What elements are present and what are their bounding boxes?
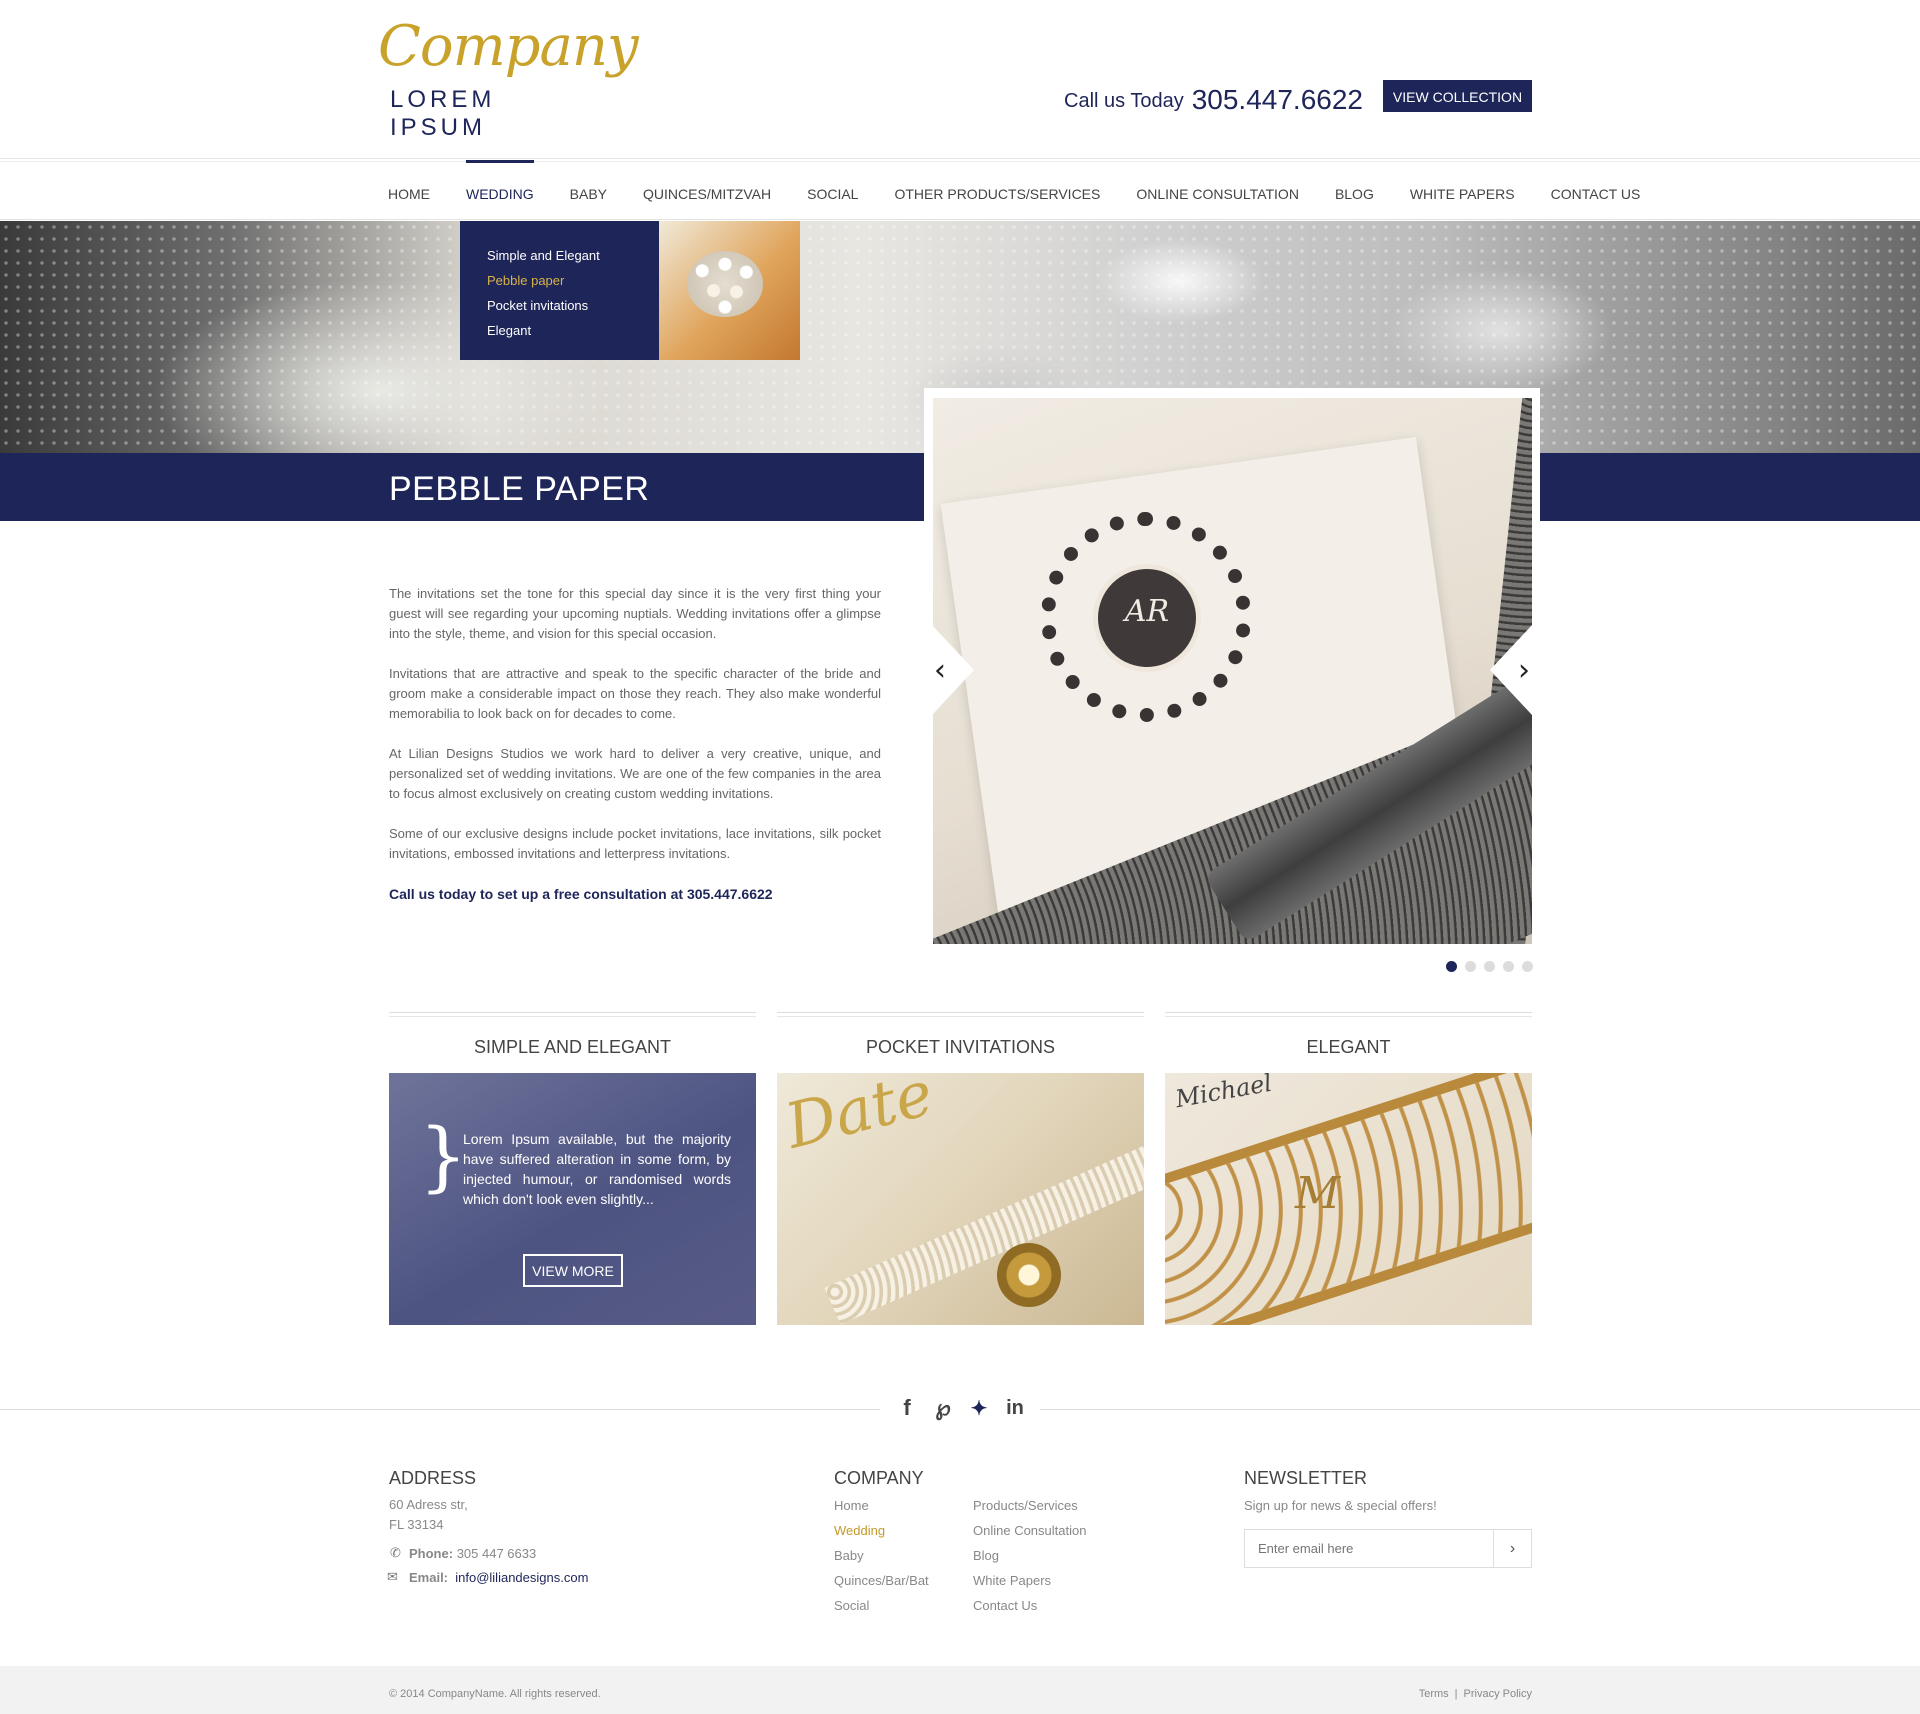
- pinterest-icon[interactable]: ℘: [932, 1395, 954, 1421]
- feature-image[interactable]: Date: [777, 1073, 1144, 1325]
- social-links: f ℘ ✦ in: [896, 1395, 1026, 1421]
- newsletter-submit-button[interactable]: ›: [1493, 1529, 1532, 1568]
- feature-image[interactable]: Michael M: [1165, 1073, 1532, 1325]
- pager-dot-2[interactable]: [1465, 961, 1476, 972]
- pager-dot-4[interactable]: [1503, 961, 1514, 972]
- newsletter-email-input[interactable]: [1244, 1529, 1493, 1568]
- slide-image: AR: [933, 398, 1532, 944]
- footer-link-baby[interactable]: Baby: [834, 1548, 864, 1563]
- footer-phone[interactable]: 305 447 6633: [457, 1546, 537, 1561]
- main-nav: HOME WEDDING BABY QUINCES/MITZVAH SOCIAL…: [388, 160, 1640, 220]
- facebook-icon[interactable]: f: [896, 1395, 918, 1421]
- feature-elegant: ELEGANT Michael M: [1165, 1012, 1532, 1325]
- feature-image[interactable]: } Lorem Ipsum available, but the majorit…: [389, 1073, 756, 1325]
- consultation-cta[interactable]: Call us today to set up a free consultat…: [389, 884, 881, 904]
- phone-number[interactable]: 305.447.6622: [1192, 84, 1363, 115]
- footer-link-white-papers[interactable]: White Papers: [973, 1573, 1051, 1588]
- footer-link-quinces[interactable]: Quinces/Bar/Bat: [834, 1573, 929, 1588]
- nav-baby[interactable]: BABY: [570, 160, 607, 220]
- nav-quinces-mitzvah[interactable]: QUINCES/MITZVAH: [643, 160, 771, 220]
- nav-other-products-services[interactable]: OTHER PRODUCTS/SERVICES: [894, 160, 1100, 220]
- wedding-dropdown-menu: Simple and Elegant Pebble paper Pocket i…: [460, 221, 800, 360]
- monogram: AR: [1124, 594, 1170, 629]
- legal-separator: |: [1454, 1688, 1458, 1700]
- newsletter-title: NEWSLETTER: [1244, 1468, 1368, 1488]
- nav-social[interactable]: SOCIAL: [807, 160, 858, 220]
- call-label: Call us Today: [1064, 90, 1184, 112]
- dropdown-thumbnail: [659, 221, 800, 360]
- address-line-1: 60 Adress str,: [389, 1497, 468, 1512]
- newsletter-subtitle: Sign up for news & special offers!: [1244, 1498, 1437, 1513]
- social-divider-left: [0, 1409, 880, 1410]
- pearl-brooch-image: [687, 251, 763, 317]
- bottom-bar: [0, 1666, 1920, 1714]
- nav-white-papers[interactable]: WHITE PAPERS: [1410, 160, 1515, 220]
- social-divider-right: [1040, 1409, 1920, 1410]
- chevron-right-icon: ›: [1518, 653, 1530, 688]
- paragraph-4: Some of our exclusive designs include po…: [389, 826, 881, 861]
- feature-blurb: Lorem Ipsum available, but the majority …: [463, 1131, 731, 1207]
- feature-title[interactable]: POCKET INVITATIONS: [777, 1037, 1144, 1065]
- feature-simple-and-elegant: SIMPLE AND ELEGANT } Lorem Ipsum availab…: [389, 1012, 756, 1325]
- terms-link[interactable]: Terms: [1419, 1688, 1449, 1700]
- footer-link-blog[interactable]: Blog: [973, 1548, 999, 1563]
- email-label: Email:: [409, 1570, 449, 1585]
- feature-title[interactable]: SIMPLE AND ELEGANT: [389, 1037, 756, 1065]
- logo-subtitle: LOREM IPSUM: [390, 86, 496, 141]
- twitter-icon[interactable]: ✦: [968, 1396, 990, 1421]
- paragraph-2: Invitations that are attractive and spea…: [389, 666, 881, 721]
- paragraph-3: At Lilian Designs Studios we work hard t…: [389, 746, 881, 801]
- footer-link-online-consultation[interactable]: Online Consultation: [973, 1523, 1086, 1538]
- privacy-policy-link[interactable]: Privacy Policy: [1464, 1688, 1532, 1700]
- email-line: Email: info@liliandesigns.com: [409, 1568, 588, 1588]
- feature-pocket-invitations: POCKET INVITATIONS Date: [777, 1012, 1144, 1325]
- view-more-button[interactable]: VIEW MORE: [523, 1254, 623, 1287]
- chevron-right-icon: ›: [1509, 1540, 1516, 1557]
- chevron-left-icon: ‹: [934, 653, 946, 688]
- nav-online-consultation[interactable]: ONLINE CONSULTATION: [1136, 160, 1299, 220]
- nav-home[interactable]: HOME: [388, 160, 430, 220]
- envelope-icon: ✉: [387, 1569, 398, 1584]
- footer-email-link[interactable]: info@liliandesigns.com: [455, 1570, 588, 1585]
- address-title: ADDRESS: [389, 1468, 477, 1488]
- pager-dot-5[interactable]: [1522, 961, 1533, 972]
- page-title: PEBBLE PAPER: [389, 470, 650, 508]
- footer-link-products-services[interactable]: Products/Services: [973, 1498, 1078, 1513]
- nav-contact-us[interactable]: CONTACT US: [1551, 160, 1641, 220]
- logo-script: Company: [378, 14, 639, 79]
- brace-icon: }: [419, 1111, 468, 1200]
- pager-dot-3[interactable]: [1484, 961, 1495, 972]
- copyright: © 2014 CompanyName. All rights reserved.: [389, 1688, 601, 1700]
- view-collection-button[interactable]: VIEW COLLECTION: [1383, 80, 1532, 112]
- logo[interactable]: Company LOREM IPSUM: [378, 14, 639, 141]
- legal-links: Terms | Privacy Policy: [1419, 1688, 1532, 1700]
- footer-link-wedding[interactable]: Wedding: [834, 1523, 885, 1538]
- phone-icon: ✆: [390, 1545, 401, 1560]
- feature-title[interactable]: ELEGANT: [1165, 1037, 1532, 1065]
- address-line-2: FL 33134: [389, 1517, 444, 1532]
- linkedin-icon[interactable]: in: [1004, 1397, 1026, 1420]
- footer-link-contact-us[interactable]: Contact Us: [973, 1598, 1037, 1613]
- footer-link-social[interactable]: Social: [834, 1598, 869, 1613]
- phone-line: Phone: 305 447 6633: [409, 1544, 536, 1564]
- company-title: COMPANY: [834, 1468, 924, 1488]
- intro-content: The invitations set the tone for this sp…: [389, 584, 881, 924]
- pager-dot-1[interactable]: [1446, 961, 1457, 972]
- slider-pager: [1446, 961, 1533, 972]
- paragraph-1: The invitations set the tone for this sp…: [389, 586, 881, 641]
- nav-blog[interactable]: BLOG: [1335, 160, 1374, 220]
- phone-label: Phone:: [409, 1546, 454, 1561]
- nav-wedding[interactable]: WEDDING: [466, 160, 534, 220]
- footer-link-home[interactable]: Home: [834, 1498, 869, 1513]
- call-us: Call us Today 305.447.6622: [1064, 82, 1363, 115]
